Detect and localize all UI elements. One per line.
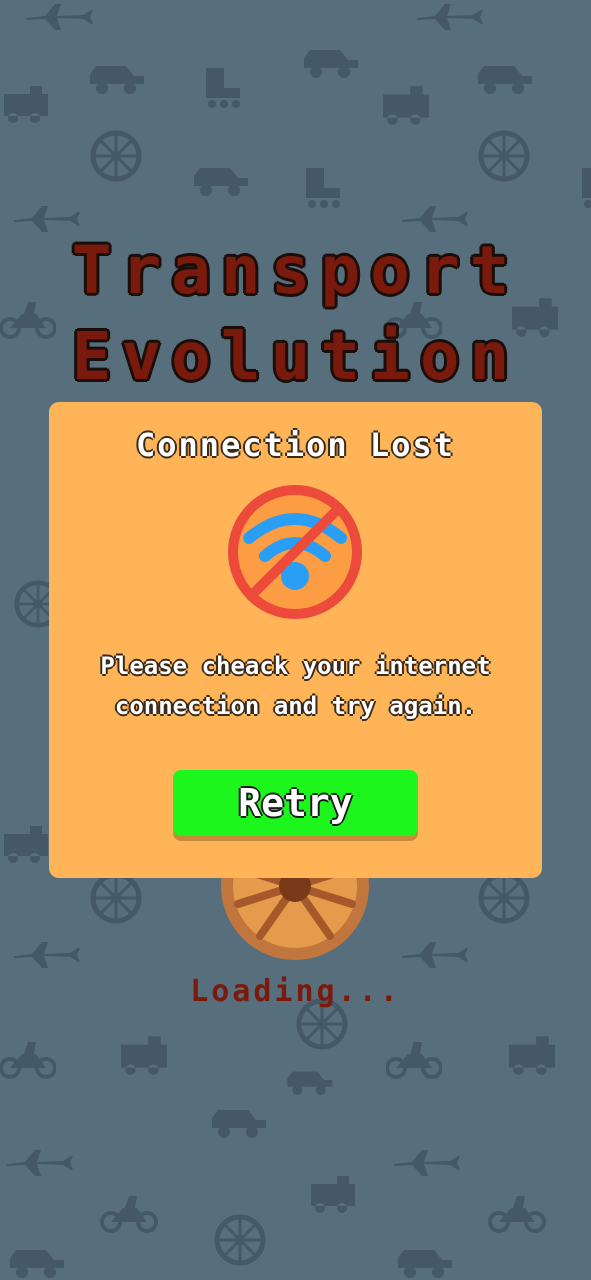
message-line-2: connection and try again. — [114, 692, 477, 720]
train-icon — [121, 1036, 167, 1075]
train-icon — [4, 826, 48, 863]
airplane-icon — [402, 942, 468, 968]
loading-label: Loading... — [190, 974, 401, 1009]
wheel-icon — [478, 130, 530, 182]
carriage-icon — [478, 66, 532, 94]
airplane-icon — [14, 942, 80, 968]
wheel-icon — [90, 872, 142, 924]
message-line-1: Please cheack your internet — [100, 652, 491, 680]
train-icon — [4, 86, 48, 123]
train-icon — [509, 1036, 555, 1075]
airplane-icon — [417, 4, 483, 30]
no-wifi-icon — [228, 485, 362, 619]
carriage-icon — [90, 66, 144, 94]
game-title-line1: Transport — [71, 232, 520, 309]
carriage-icon — [398, 1250, 452, 1278]
motorcycle-icon — [488, 1196, 546, 1233]
rollerskate-icon — [306, 168, 340, 208]
carriage-icon — [10, 1250, 64, 1278]
motorcycle-icon — [386, 1042, 442, 1079]
dialog-message: Please cheack your internet connection a… — [59, 646, 532, 726]
dialog-title: Connection Lost — [136, 426, 455, 464]
wheel-icon — [478, 872, 530, 924]
retry-button[interactable]: Retry — [173, 770, 418, 836]
train-icon — [311, 1176, 355, 1213]
airplane-icon — [27, 4, 93, 30]
motorcycle-icon — [0, 1042, 56, 1079]
airplane-icon — [7, 1150, 73, 1176]
carriage-icon — [287, 1071, 333, 1095]
airplane-icon — [14, 206, 80, 232]
wheel-icon — [90, 130, 142, 182]
rollerskate-icon — [582, 168, 591, 208]
airplane-icon — [402, 206, 468, 232]
game-title-line2: Evolution — [71, 318, 520, 395]
connection-lost-dialog: Connection Lost Please cheack your inter… — [49, 402, 542, 878]
wheel-icon — [214, 1214, 266, 1266]
train-icon — [383, 86, 429, 125]
rollerskate-icon — [206, 68, 240, 108]
airplane-icon — [394, 1150, 460, 1176]
carriage-icon — [194, 168, 248, 196]
motorcycle-icon — [100, 1196, 158, 1233]
carriage-icon — [212, 1110, 266, 1138]
carriage-icon — [304, 50, 358, 78]
